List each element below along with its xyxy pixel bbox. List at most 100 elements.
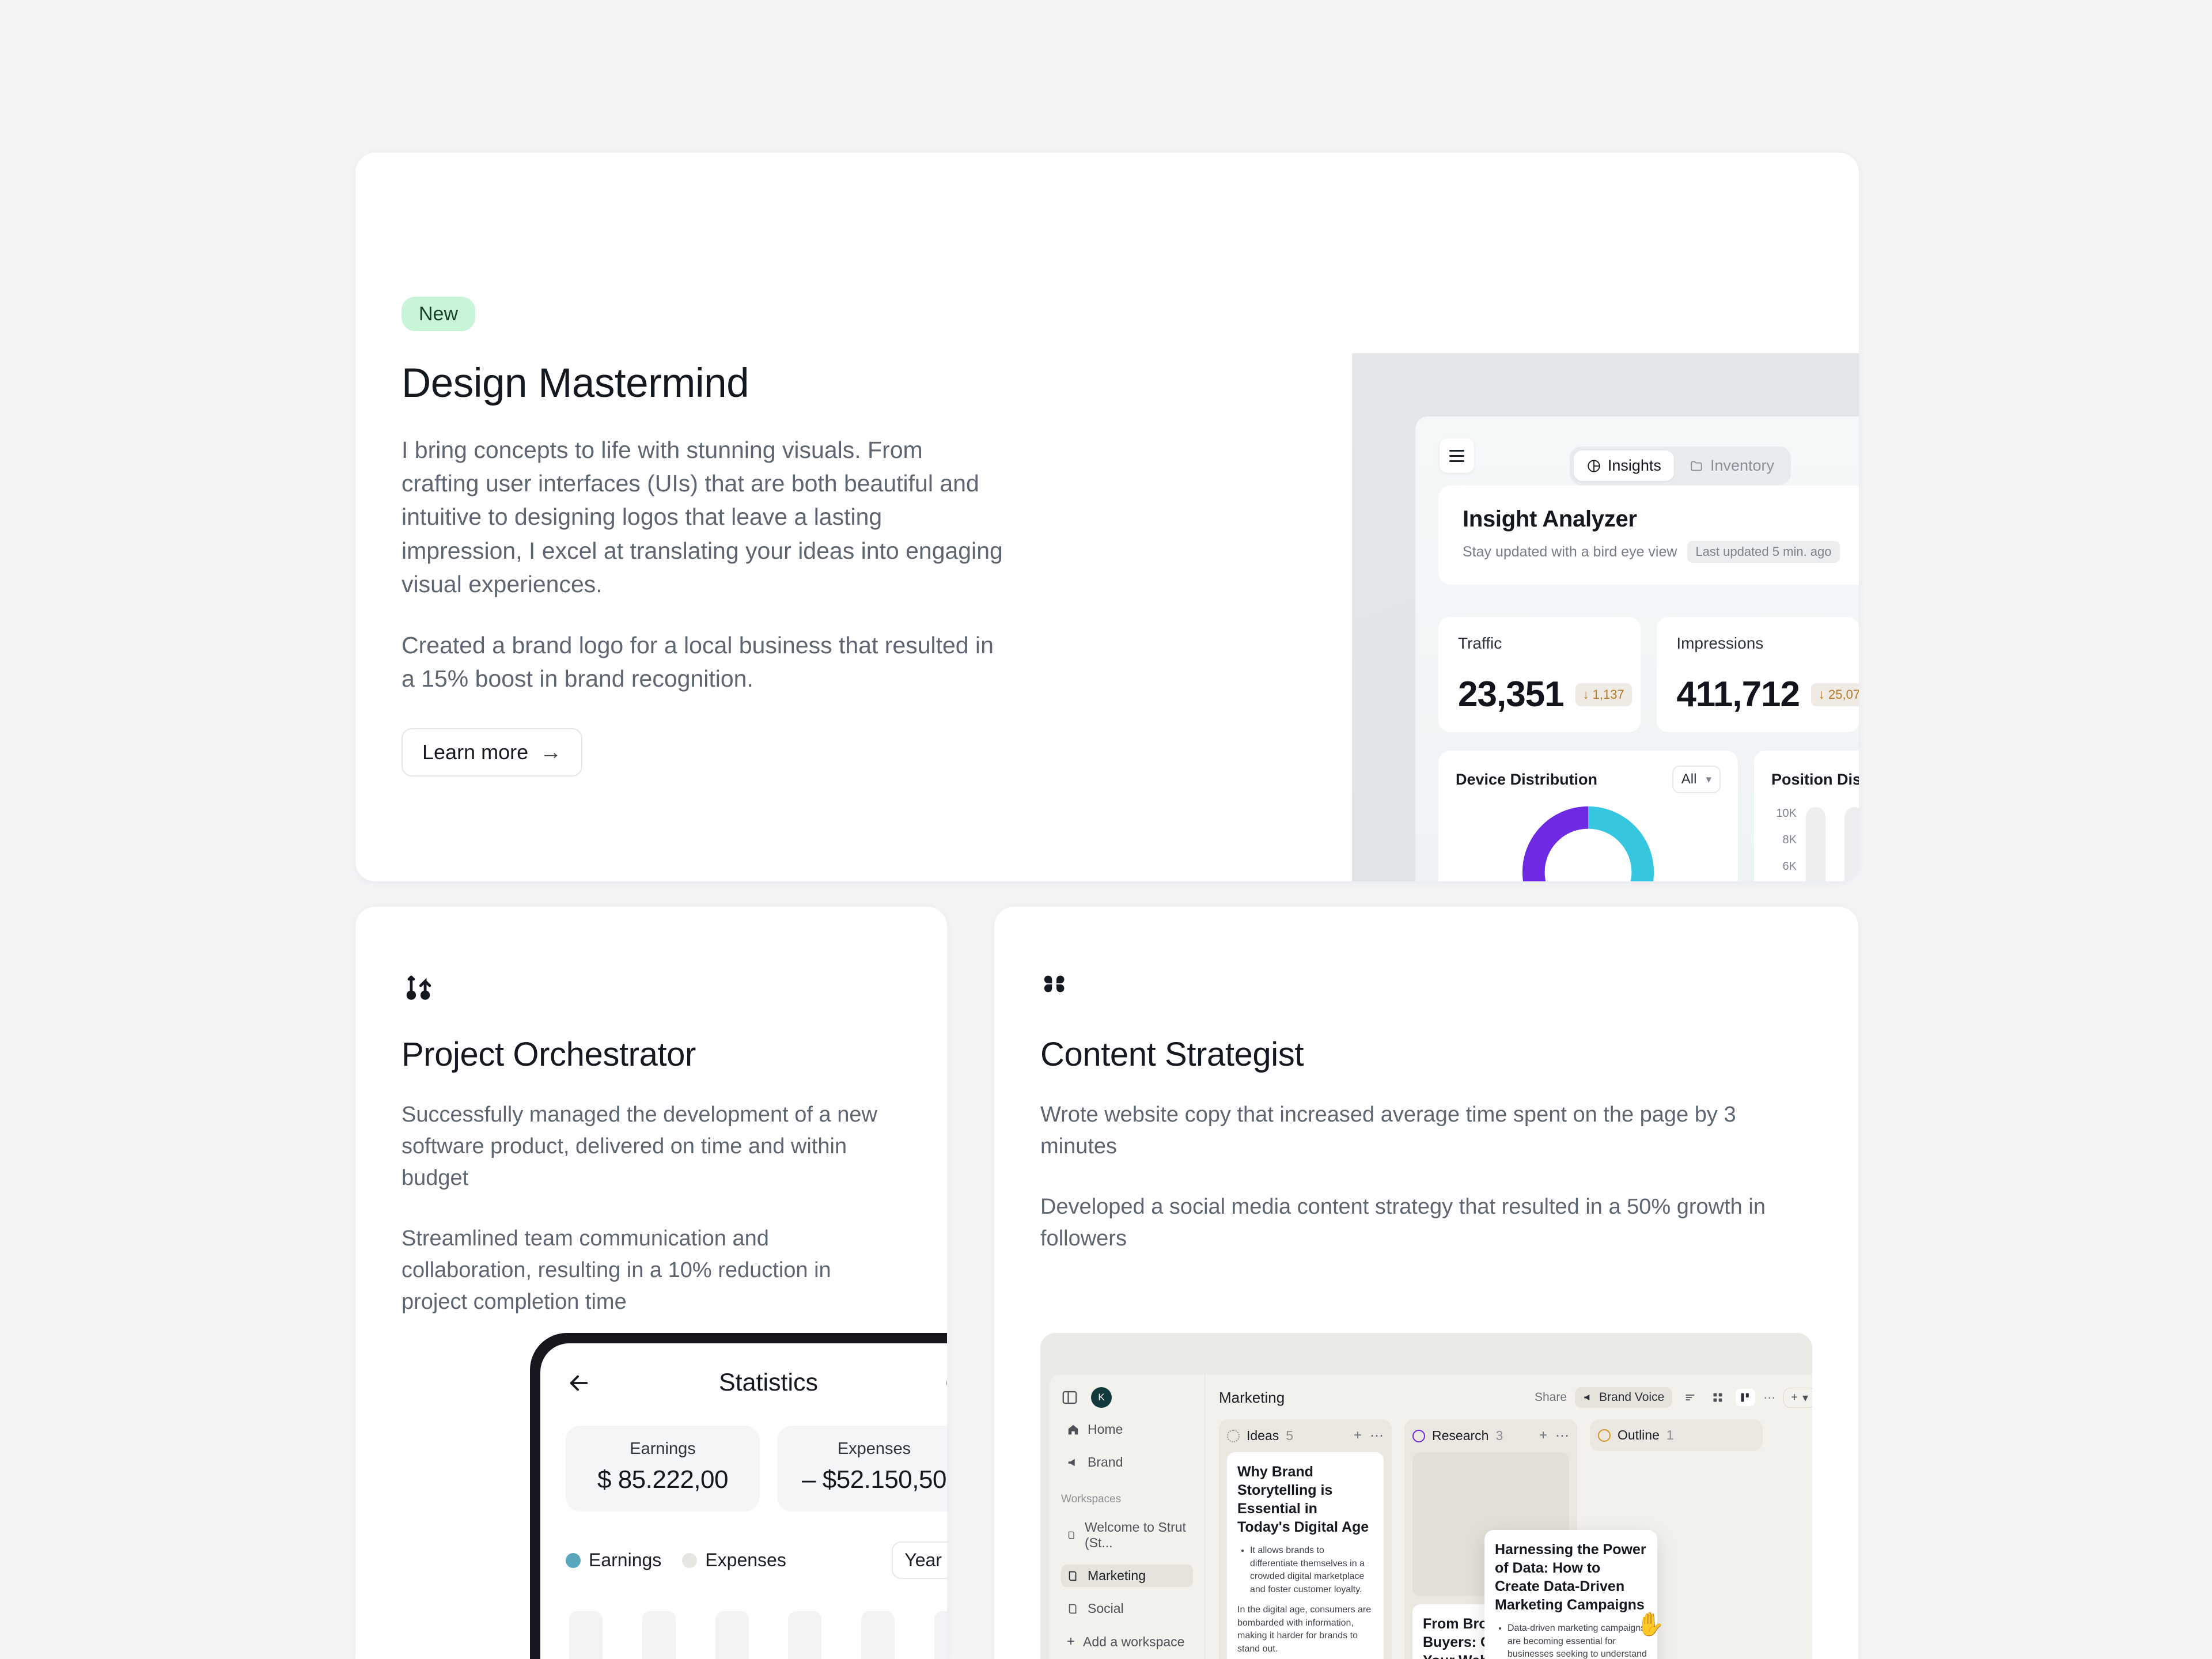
sidebar-workspace-welcome[interactable]: Welcome to Strut (St... <box>1061 1516 1193 1554</box>
clock-icon <box>1598 1429 1611 1442</box>
grab-hand-cursor: ✋ <box>1636 1612 1665 1637</box>
add-menu-button[interactable]: + ▾ <box>1783 1387 1812 1408</box>
tab-inventory[interactable]: Inventory <box>1676 450 1787 481</box>
stat-card-earnings: Earnings $ 85.222,00 <box>566 1426 760 1512</box>
kpi-label: Impressions <box>1676 634 1764 652</box>
kpi-value: 23,351 <box>1458 675 1565 714</box>
share-button[interactable]: Share <box>1535 1391 1567 1404</box>
bar-track <box>1806 807 1825 881</box>
app-sidebar: K Home Brand Workspaces Welcome to Strut… <box>1050 1374 1205 1659</box>
hero-paragraph-1: I bring concepts to life with stunning v… <box>402 437 1003 597</box>
sidebar-item-label: Brand <box>1088 1455 1123 1469</box>
card-bullet: It allows brands to differentiate themse… <box>1250 1544 1373 1597</box>
stat-value: $ 85.222,00 <box>597 1465 728 1494</box>
column-name: Ideas <box>1247 1428 1279 1443</box>
card-title: Why Brand Storytelling is Essential in T… <box>1237 1464 1369 1535</box>
add-workspace-button[interactable]: + Add a workspace <box>1061 1630 1193 1653</box>
home-icon <box>1068 1425 1078 1434</box>
dashboard-header-panel: Insight Analyzer Stay updated with a bir… <box>1438 486 1859 585</box>
brand-voice-button[interactable]: Brand Voice <box>1575 1387 1673 1408</box>
tab-insights-label: Insights <box>1607 457 1661 474</box>
app-title: Marketing <box>1219 1388 1285 1406</box>
board-view-icon[interactable] <box>1736 1389 1756 1406</box>
add-card-icon[interactable]: + <box>1354 1427 1362 1444</box>
kpi-value: 411,712 <box>1676 675 1800 714</box>
megaphone-icon <box>1584 1394 1590 1401</box>
grid-view-icon[interactable] <box>1708 1389 1728 1406</box>
pie-chart-icon <box>1588 459 1600 472</box>
kpi-delta-value: 25,071 <box>1828 687 1859 702</box>
book-icon <box>1069 1571 1077 1581</box>
column-count: 5 <box>1286 1428 1294 1443</box>
folder-icon <box>1691 460 1702 471</box>
chevron-down-icon: ▾ <box>1706 773 1711 786</box>
sidebar-section-label: Workspaces <box>1061 1493 1122 1505</box>
list-view-icon[interactable] <box>1680 1389 1700 1406</box>
charts-row: Device Distribution All ▾ Position Dis 1… <box>1438 751 1859 881</box>
last-updated-badge: Last updated 5 min. ago <box>1687 541 1840 563</box>
question-circle-icon[interactable] <box>945 1370 947 1396</box>
phone-bar-chart <box>566 1611 947 1659</box>
marketing-app-mockup: K Home Brand Workspaces Welcome to Strut… <box>1040 1333 1812 1659</box>
hero-card: New Design Mastermind I bring concepts t… <box>355 153 1859 881</box>
project-paragraph-2: Streamlined team communication and colla… <box>402 1226 831 1315</box>
sidebar-item-label: Social <box>1088 1601 1124 1616</box>
ellipsis-icon[interactable]: ⋯ <box>1555 1427 1569 1444</box>
sidebar-item-label: Marketing <box>1088 1568 1146 1583</box>
kpi-card-traffic: Traffic 23,351 ↓ 1,137 <box>1438 617 1641 732</box>
bar <box>642 1611 676 1659</box>
device-filter-dropdown[interactable]: All ▾ <box>1672 766 1721 793</box>
board-column-ideas: Ideas 5 + ⋯ Why Brand Storytelling is Ess… <box>1219 1419 1392 1659</box>
ellipsis-icon[interactable]: ⋯ <box>1370 1427 1384 1444</box>
add-workspace-label: Add a workspace <box>1083 1634 1185 1649</box>
add-card-icon[interactable]: + <box>1539 1427 1547 1444</box>
bar <box>861 1611 895 1659</box>
stat-value: – $52.150,50 <box>802 1465 946 1494</box>
plus-icon: + <box>1791 1391 1798 1404</box>
circle-icon <box>1412 1429 1425 1442</box>
hero-content: New Design Mastermind I bring concepts t… <box>402 297 1006 777</box>
device-distribution-chart: Device Distribution All ▾ <box>1438 751 1738 881</box>
column-count: 1 <box>1666 1427 1674 1442</box>
legend-label: Expenses <box>705 1550 786 1570</box>
bar <box>788 1611 822 1659</box>
learn-more-label: Learn more <box>422 740 529 764</box>
phone-screen: Statistics Earnings $ 85.222,00 Expenses… <box>540 1343 947 1659</box>
dashboard-mockup: Insights Inventory Insight Analyzer Stay… <box>1352 353 1859 881</box>
book-icon <box>1069 1604 1077 1613</box>
git-branch-icon <box>406 975 431 1000</box>
phone-title: Statistics <box>718 1369 819 1396</box>
arrow-left-icon[interactable] <box>566 1370 592 1396</box>
content-strategist-card: Content Strategist Wrote website copy th… <box>994 907 1858 1659</box>
phone-stat-row: Earnings $ 85.222,00 Expenses – $52.150,… <box>566 1426 947 1512</box>
kpi-delta-badge: ↓ 25,071 <box>1811 683 1859 706</box>
learn-more-button[interactable]: Learn more → <box>402 728 583 777</box>
board-card[interactable]: Why Brand Storytelling is Essential in T… <box>1227 1452 1384 1659</box>
stat-label: Earnings <box>630 1440 696 1458</box>
hero-paragraph-2: Created a brand logo for a local busines… <box>402 632 994 692</box>
project-card-title: Project Orchestrator <box>402 1036 696 1073</box>
dashboard-title: Insight Analyzer <box>1463 506 1637 532</box>
tab-insights[interactable]: Insights <box>1573 450 1674 481</box>
period-dropdown[interactable]: Year ▾ <box>892 1541 947 1579</box>
legend-swatch <box>566 1552 581 1568</box>
column-name: Research <box>1432 1428 1489 1443</box>
hamburger-icon[interactable] <box>1440 438 1474 473</box>
sidebar-item-label: Home <box>1088 1422 1123 1437</box>
sidebar-item-brand[interactable]: Brand <box>1061 1451 1193 1474</box>
sidebar-workspace-marketing[interactable]: Marketing <box>1061 1565 1193 1587</box>
avatar[interactable]: K <box>1091 1387 1112 1408</box>
legend-item-earnings: Earnings <box>566 1550 661 1571</box>
sidebar-toggle-icon[interactable] <box>1061 1389 1078 1406</box>
card-bullet: Data-driven marketing campaigns are beco… <box>1508 1622 1647 1659</box>
ellipsis-icon[interactable]: ⋯ <box>1763 1391 1775 1405</box>
project-paragraph-1: Successfully managed the development of … <box>402 1103 877 1191</box>
sidebar-workspace-social[interactable]: Social <box>1061 1597 1193 1620</box>
position-distribution-chart: Position Distribution All ▾ 10K 8K 6K <box>1754 751 1859 881</box>
bar-column <box>1844 807 1859 881</box>
bar <box>934 1611 947 1659</box>
dragged-card[interactable]: Harnessing the Power of Data: How to Cre… <box>1484 1530 1657 1659</box>
sidebar-item-home[interactable]: Home <box>1061 1418 1193 1441</box>
y-axis-labels: 10K 8K 6K 4K 2K 1K 0 <box>1771 807 1804 881</box>
legend-item-expenses: Expenses <box>682 1550 786 1571</box>
